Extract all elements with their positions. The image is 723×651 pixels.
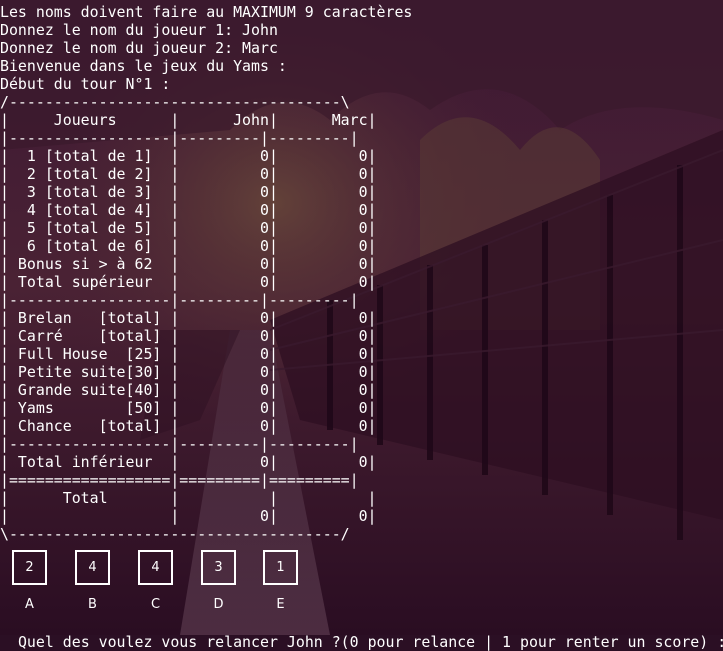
terminal-line: | Full House [25] | 0| 0| — [0, 345, 377, 363]
input-prompt[interactable]: Quel des voulez vous relancer John ?(0 p… — [0, 614, 723, 651]
terminal-line: Donnez le nom du joueur 2: Marc — [0, 39, 278, 57]
terminal-line: | Grande suite[40] | 0| 0| — [0, 381, 377, 399]
terminal-line: | 6 [total de 6] | 0| 0| — [0, 237, 377, 255]
terminal-line: | Petite suite[30] | 0| 0| — [0, 363, 377, 381]
terminal-line: /-------------------------------------\ — [0, 93, 350, 111]
terminal-line: | 2 [total de 2] | 0| 0| — [0, 165, 377, 183]
die-b[interactable]: 4 — [75, 550, 110, 585]
die-e[interactable]: 1 — [263, 550, 298, 585]
terminal-line: | Chance [total] | 0| 0| — [0, 417, 377, 435]
terminal-line: | Joueurs | John| Marc| — [0, 111, 377, 129]
terminal-line: Bienvenue dans le jeux du Yams : — [0, 57, 287, 75]
terminal-line: | Total supérieur | 0| 0| — [0, 273, 377, 291]
terminal-line: | Bonus si > à 62 | 0| 0| — [0, 255, 377, 273]
terminal-line: | Total inférieur | 0| 0| — [0, 453, 377, 471]
die-letter-label: C — [150, 597, 161, 612]
die-d[interactable]: 3 — [201, 550, 236, 585]
terminal-line: | Yams [50] | 0| 0| — [0, 399, 377, 417]
die-letter-label: E — [276, 597, 285, 612]
terminal-line: | 1 [total de 1] | 0| 0| — [0, 147, 377, 165]
die-letter-label: D — [213, 597, 224, 612]
terminal-line: | Brelan [total] | 0| 0| — [0, 309, 377, 327]
terminal-line: | 5 [total de 5] | 0| 0| — [0, 219, 377, 237]
terminal-line: Les noms doivent faire au MAXIMUM 9 cara… — [0, 3, 413, 21]
die-a[interactable]: 2 — [12, 550, 47, 585]
terminal-line: Donnez le nom du joueur 1: John — [0, 21, 278, 39]
terminal-line: \-------------------------------------/ — [0, 525, 350, 543]
terminal-line: Début du tour N°1 : — [0, 75, 171, 93]
terminal-line: |------------------|---------|---------| — [0, 435, 359, 453]
terminal-line: | 4 [total de 4] | 0| 0| — [0, 201, 377, 219]
terminal-line: |==================|=========|=========| — [0, 471, 359, 489]
terminal-output: Les noms doivent faire au MAXIMUM 9 cara… — [0, 3, 412, 543]
terminal-line: | Total | | | — [0, 489, 377, 507]
terminal-line: | 3 [total de 3] | 0| 0| — [0, 183, 377, 201]
terminal-line: | Carré [total] | 0| 0| — [0, 327, 377, 345]
prompt-text: Quel des voulez vous relancer John ?(0 p… — [17, 633, 723, 651]
terminal-line: |------------------|---------|---------| — [0, 291, 359, 309]
terminal-line: | | 0| 0| — [0, 507, 377, 525]
dice-row: 2 A 4 B 4 C 3 D 1 E — [0, 550, 723, 620]
terminal-line: |------------------|---------|---------| — [0, 129, 359, 147]
die-letter-label: B — [88, 597, 97, 612]
die-c[interactable]: 4 — [138, 550, 173, 585]
die-letter-label: A — [25, 597, 34, 612]
